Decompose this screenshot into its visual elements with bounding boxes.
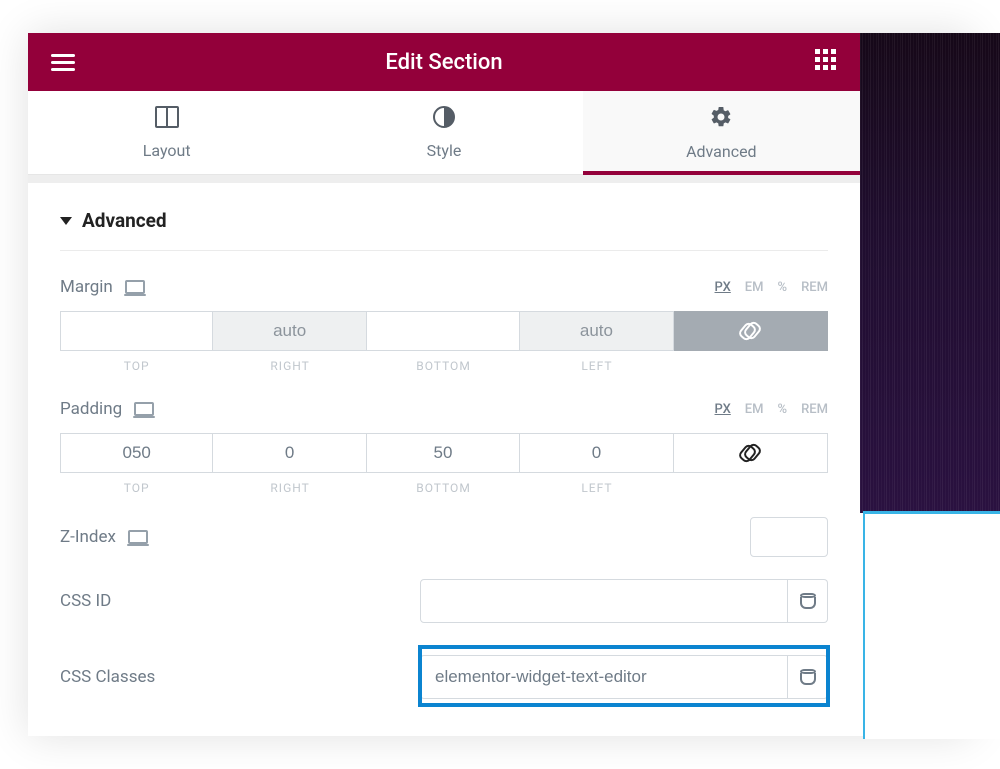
unit-em[interactable]: EM — [745, 280, 764, 295]
css-id-label: CSS ID — [60, 591, 111, 611]
unit-rem[interactable]: REM — [801, 402, 828, 417]
padding-label: Padding — [60, 399, 122, 419]
panel-header: Edit Section — [28, 33, 860, 91]
unit-pct[interactable]: % — [778, 280, 788, 295]
padding-units: PX EM % REM — [715, 402, 828, 417]
unit-pct[interactable]: % — [778, 402, 788, 417]
unit-em[interactable]: EM — [745, 402, 764, 417]
padding-bottom-sub: BOTTOM — [416, 481, 471, 495]
device-desktop-icon[interactable] — [134, 402, 154, 416]
device-desktop-icon[interactable] — [125, 280, 145, 294]
css-classes-label: CSS Classes — [60, 667, 155, 687]
chevron-down-icon — [60, 217, 72, 225]
padding-right-input[interactable] — [213, 433, 366, 473]
margin-bottom-input[interactable] — [367, 311, 520, 351]
section-toggle-advanced[interactable]: Advanced — [60, 201, 828, 251]
field-css-id: CSS ID — [60, 563, 828, 639]
margin-left-input[interactable] — [520, 311, 673, 351]
field-margin: Margin PX EM % REM TOP — [60, 251, 828, 373]
padding-bottom-input[interactable] — [367, 433, 520, 473]
css-classes-input[interactable] — [420, 655, 788, 699]
margin-units: PX EM % REM — [715, 280, 828, 295]
css-id-dynamic-button[interactable] — [788, 579, 828, 623]
preview-selected-section[interactable] — [863, 511, 1000, 739]
spacer-bar — [28, 175, 860, 183]
margin-label: Margin — [60, 277, 113, 297]
unit-rem[interactable]: REM — [801, 280, 828, 295]
padding-left-input[interactable] — [520, 433, 673, 473]
style-icon — [433, 106, 455, 133]
tab-layout-label: Layout — [143, 141, 191, 160]
tab-style-label: Style — [427, 141, 462, 160]
margin-right-input[interactable] — [213, 311, 366, 351]
margin-left-sub: LEFT — [581, 359, 612, 373]
margin-top-sub: TOP — [124, 359, 150, 373]
padding-top-input[interactable] — [60, 433, 213, 473]
section-title: Advanced — [82, 209, 167, 232]
css-id-input[interactable] — [420, 579, 788, 623]
database-icon — [800, 669, 816, 685]
device-desktop-icon[interactable] — [128, 530, 148, 544]
margin-bottom-sub: BOTTOM — [416, 359, 471, 373]
editor-panel: Edit Section Layout Style — [28, 33, 860, 736]
css-classes-dynamic-button[interactable] — [788, 655, 828, 699]
tab-advanced[interactable]: Advanced — [583, 91, 860, 174]
gear-icon — [709, 105, 733, 134]
margin-top-input[interactable] — [60, 311, 213, 351]
margin-link-toggle[interactable] — [674, 311, 828, 351]
elements-grid-icon[interactable] — [812, 49, 838, 75]
margin-right-sub: RIGHT — [270, 359, 309, 373]
padding-link-toggle[interactable] — [674, 433, 828, 473]
field-css-classes: CSS Classes — [60, 639, 828, 715]
field-zindex: Z-Index — [60, 495, 828, 563]
padding-top-sub: TOP — [124, 481, 150, 495]
database-icon — [800, 593, 816, 609]
unit-px[interactable]: PX — [715, 402, 731, 417]
preview-pane — [860, 33, 1000, 513]
app-stage: Edit Section Layout Style — [28, 33, 972, 736]
tab-bar: Layout Style Advanced — [28, 91, 860, 175]
menu-icon[interactable] — [50, 49, 76, 75]
link-icon — [740, 321, 760, 341]
padding-left-sub: LEFT — [581, 481, 612, 495]
padding-right-sub: RIGHT — [270, 481, 309, 495]
layout-icon — [155, 106, 179, 133]
zindex-input[interactable] — [750, 517, 828, 557]
tab-advanced-label: Advanced — [686, 142, 757, 161]
tab-layout[interactable]: Layout — [28, 91, 305, 174]
tab-style[interactable]: Style — [305, 91, 582, 174]
unit-px[interactable]: PX — [715, 280, 731, 295]
zindex-label: Z-Index — [60, 527, 116, 547]
field-padding: Padding PX EM % REM TOP — [60, 373, 828, 495]
link-icon — [740, 443, 760, 463]
panel-title: Edit Section — [76, 50, 812, 75]
